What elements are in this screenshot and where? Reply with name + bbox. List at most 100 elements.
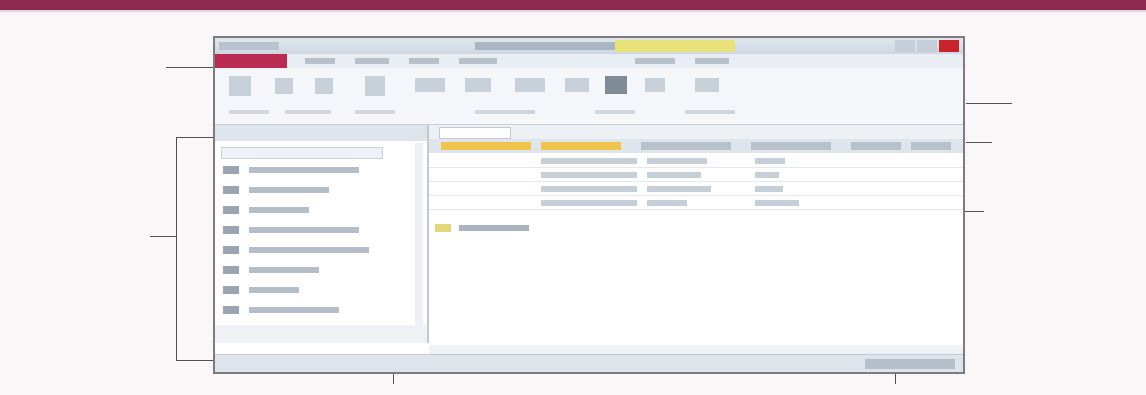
nav-item-label — [249, 207, 309, 213]
new-record-row[interactable] — [429, 222, 963, 234]
nav-item[interactable] — [223, 225, 393, 235]
ribbon-tab-2[interactable] — [355, 58, 389, 64]
table-row[interactable] — [429, 197, 963, 210]
ribbon-button-6[interactable] — [515, 78, 545, 92]
leader-ribbon — [966, 103, 1012, 104]
ribbon-group-label-2 — [285, 110, 331, 114]
ribbon-tab-5[interactable] — [635, 58, 675, 64]
quick-access-toolbar[interactable] — [219, 42, 279, 50]
nav-item[interactable] — [223, 165, 393, 175]
contextual-tab-header — [615, 40, 735, 52]
window-controls — [895, 40, 959, 52]
nav-item-label — [249, 227, 359, 233]
view-button[interactable] — [229, 76, 251, 96]
nav-pane-header[interactable] — [215, 125, 427, 141]
ribbon-button-5[interactable] — [465, 78, 491, 92]
ribbon-tab-6[interactable] — [695, 58, 729, 64]
view-datasheet-icon[interactable] — [865, 359, 955, 369]
table-icon — [223, 226, 239, 234]
bracket-nav-side — [176, 137, 177, 361]
ribbon-button-8[interactable] — [605, 76, 627, 94]
ribbon-button-4[interactable] — [415, 78, 445, 92]
ribbon-group-label-3 — [355, 110, 395, 114]
table-cell[interactable] — [755, 200, 799, 206]
table-cell[interactable] — [647, 200, 687, 206]
leader-document-tab — [966, 142, 992, 143]
table-icon — [223, 266, 239, 274]
column-header[interactable] — [751, 142, 831, 150]
leader-file-tab — [166, 67, 214, 68]
table-cell[interactable] — [647, 186, 711, 192]
ribbon-button-10[interactable] — [695, 78, 719, 92]
ribbon — [215, 68, 963, 125]
document-tab[interactable] — [439, 127, 511, 139]
title-bar — [215, 38, 963, 54]
table-icon — [223, 246, 239, 254]
table-icon — [223, 166, 239, 174]
nav-item[interactable] — [223, 205, 393, 215]
column-header[interactable] — [541, 142, 621, 150]
table-icon — [223, 306, 239, 314]
nav-search-input[interactable] — [221, 147, 383, 159]
status-bar — [215, 354, 963, 372]
nav-item-label — [249, 187, 329, 193]
ribbon-tab-3[interactable] — [409, 58, 439, 64]
nav-item[interactable] — [223, 305, 393, 315]
ribbon-group-label-6 — [685, 110, 735, 114]
nav-item[interactable] — [223, 265, 393, 275]
navigation-pane — [215, 125, 429, 343]
table-row[interactable] — [429, 155, 963, 168]
table-row[interactable] — [429, 183, 963, 196]
ribbon-button-3[interactable] — [365, 76, 385, 96]
ribbon-button-2[interactable] — [315, 78, 333, 94]
column-header[interactable] — [641, 142, 731, 150]
title-band — [0, 0, 1146, 10]
ribbon-tab-1[interactable] — [305, 58, 335, 64]
table-cell[interactable] — [755, 158, 785, 164]
ribbon-group-label-1 — [229, 110, 269, 114]
column-header[interactable] — [911, 142, 951, 150]
ribbon-button-1[interactable] — [275, 78, 293, 94]
leader-view-buttons — [895, 374, 896, 384]
nav-item[interactable] — [223, 185, 393, 195]
table-row[interactable] — [429, 169, 963, 182]
table-cell[interactable] — [541, 186, 637, 192]
table-cell[interactable] — [541, 200, 637, 206]
maximize-icon[interactable] — [917, 40, 937, 52]
nav-item[interactable] — [223, 245, 393, 255]
table-cell[interactable] — [647, 158, 707, 164]
ribbon-button-7[interactable] — [565, 78, 589, 92]
file-tab[interactable] — [215, 54, 287, 68]
nav-scrollbar[interactable] — [415, 143, 423, 339]
leader-status-bar — [393, 374, 394, 384]
datasheet-header — [429, 139, 963, 153]
minimize-icon[interactable] — [895, 40, 915, 52]
new-record-label — [459, 225, 529, 231]
record-navigator[interactable] — [429, 345, 963, 354]
nav-item[interactable] — [223, 285, 393, 295]
nav-item-label — [249, 307, 339, 313]
leader-navigation-pane — [150, 236, 176, 237]
table-icon — [223, 206, 239, 214]
table-cell[interactable] — [647, 172, 701, 178]
bracket-nav-top — [176, 137, 214, 138]
new-record-marker — [435, 224, 451, 232]
table-cell[interactable] — [541, 172, 637, 178]
column-header[interactable] — [851, 142, 901, 150]
close-icon[interactable] — [939, 40, 959, 52]
nav-item-label — [249, 167, 359, 173]
table-cell[interactable] — [541, 158, 637, 164]
nav-item-label — [249, 247, 369, 253]
table-cell[interactable] — [755, 172, 779, 178]
document-tab-bar — [429, 125, 963, 139]
title-divider — [0, 10, 1146, 12]
table-cell[interactable] — [755, 186, 783, 192]
nav-item-label — [249, 267, 319, 273]
column-header[interactable] — [441, 142, 531, 150]
table-icon — [223, 286, 239, 294]
nav-pane-footer[interactable] — [215, 325, 427, 343]
ribbon-tab-4[interactable] — [459, 58, 497, 64]
app-window — [213, 36, 965, 374]
ribbon-group-label-5 — [595, 110, 635, 114]
ribbon-button-9[interactable] — [645, 78, 665, 92]
